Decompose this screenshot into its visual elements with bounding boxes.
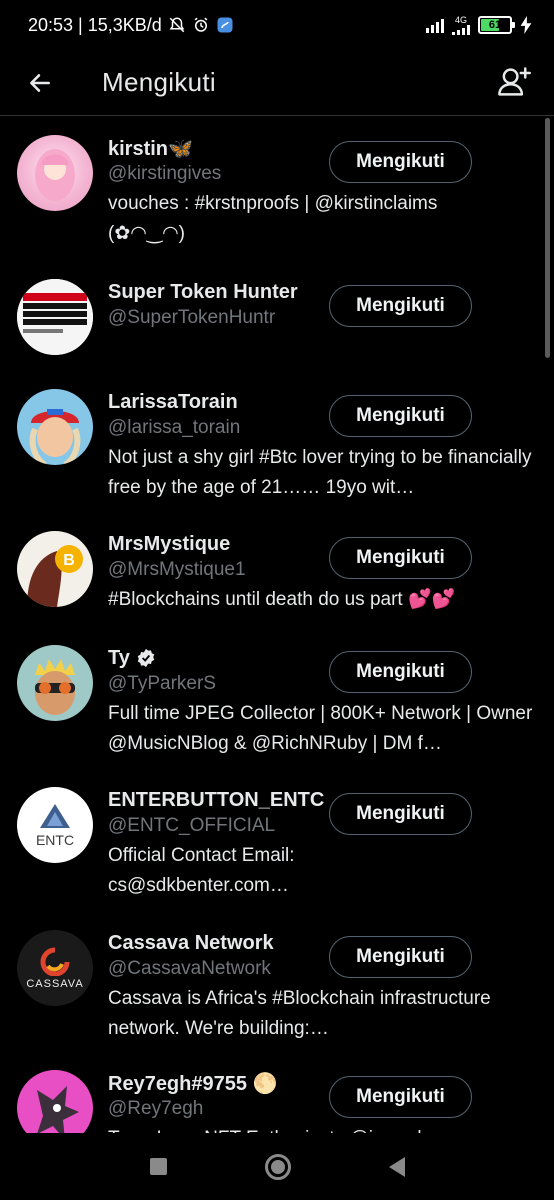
page-title: Mengikuti xyxy=(102,67,216,97)
verified-badge-icon xyxy=(137,648,155,668)
account-name: MrsMystique xyxy=(108,532,231,555)
charging-icon xyxy=(520,16,532,34)
account-name: ENTERBUTTON_ENTC xyxy=(108,788,325,811)
add-user-icon xyxy=(498,67,531,96)
following-button[interactable]: Mengikuti xyxy=(329,285,472,327)
account-handle: @larissa_torain xyxy=(108,417,241,438)
account-bio: #Blockchains until death do us part 💕💕 xyxy=(108,589,456,610)
list-item[interactable]: LarissaTorain @larissa_torain Not just a… xyxy=(0,371,554,513)
arrow-left-icon xyxy=(30,73,50,92)
account-name: Rey7egh#9755 🌕 xyxy=(108,1072,278,1095)
account-bio: Official Contact Email: cs@sdkbenter.com… xyxy=(108,845,295,896)
following-list: kirstin🦋 @kirstingives vouches : #krstnp… xyxy=(0,117,554,1133)
battery-icon: 61 xyxy=(478,16,515,34)
list-item[interactable]: CASSAVA Cassava Network @CassavaNetwork … xyxy=(0,912,554,1054)
account-bio: Cassava is Africa's #Blockchain infrastr… xyxy=(108,988,491,1039)
account-name: Super Token Hunter xyxy=(108,280,298,303)
account-bio: Not just a shy girl #Btc lover trying to… xyxy=(108,447,532,498)
following-button[interactable]: Mengikuti xyxy=(329,651,472,693)
account-handle: @SuperTokenHuntr xyxy=(108,307,276,328)
account-bio: Full time JPEG Collector | 800K+ Network… xyxy=(108,703,533,754)
account-name: kirstin🦋 xyxy=(108,137,193,160)
status-bar: 20:53 | 15,3KB/d 4G 61 xyxy=(0,0,554,50)
app-bar: Mengikuti xyxy=(0,50,554,116)
avatar-label: CASSAVA xyxy=(26,978,84,990)
signal-icon-2 xyxy=(452,24,470,35)
account-bio: vouches : #krstnproofs | @kirstinclaims … xyxy=(108,193,438,244)
avatar[interactable] xyxy=(17,389,93,465)
status-time-speed: 20:53 | 15,3KB/d xyxy=(28,14,162,35)
alarm-icon xyxy=(192,16,210,34)
notifications-muted-icon xyxy=(168,16,186,34)
list-item[interactable]: Super Token Hunter @SuperTokenHuntr Meng… xyxy=(0,261,554,371)
following-button[interactable]: Mengikuti xyxy=(329,793,472,835)
app-notification-icon xyxy=(216,16,234,34)
account-handle: @Rey7egh xyxy=(108,1098,204,1119)
following-button[interactable]: Mengikuti xyxy=(329,537,472,579)
scrollbar[interactable] xyxy=(545,118,550,358)
account-name: Cassava Network xyxy=(108,931,274,954)
signal-icon xyxy=(426,17,444,33)
following-button[interactable]: Mengikuti xyxy=(329,141,472,183)
network-type: 4G xyxy=(454,14,467,25)
avatar[interactable] xyxy=(17,135,93,211)
avatar[interactable]: ENTC xyxy=(17,787,93,863)
home-button[interactable] xyxy=(264,1153,291,1180)
following-button[interactable]: Mengikuti xyxy=(329,936,472,978)
add-user-button[interactable] xyxy=(492,60,536,104)
list-item[interactable]: kirstin🦋 @kirstingives vouches : #krstnp… xyxy=(0,117,554,262)
account-name: LarissaTorain xyxy=(108,390,238,413)
following-button[interactable]: Mengikuti xyxy=(329,1076,472,1118)
avatar-label: ENTC xyxy=(35,832,75,848)
account-handle: @CassavaNetwork xyxy=(108,958,271,979)
account-handle: @kirstingives xyxy=(108,163,222,184)
recents-button[interactable] xyxy=(149,1158,167,1175)
account-handle: @MrsMystique1 xyxy=(108,559,246,580)
avatar[interactable]: CASSAVA xyxy=(17,930,93,1006)
following-button[interactable]: Mengikuti xyxy=(329,395,472,437)
account-name: Ty xyxy=(108,646,130,669)
account-bio: Terra Luna NFT Enthusiasts @jpeardas xyxy=(108,1124,536,1133)
list-item[interactable]: Ty @TyParkerS Full time JPEG Collector |… xyxy=(0,627,554,769)
system-nav-bar xyxy=(0,1133,554,1200)
list-item[interactable]: B MrsMystique @MrsMystique1 #Blockchains… xyxy=(0,513,554,625)
list-item[interactable]: ENTC ENTERBUTTON_ENTC @ENTC_OFFICIAL Off… xyxy=(0,769,554,911)
account-handle: @ENTC_OFFICIAL xyxy=(108,815,276,836)
account-handle: @TyParkerS xyxy=(108,673,216,694)
avatar[interactable]: B xyxy=(17,531,93,607)
avatar-coin-letter: B xyxy=(63,552,75,569)
avatar[interactable] xyxy=(17,645,93,721)
avatar[interactable] xyxy=(17,1070,93,1133)
avatar[interactable] xyxy=(17,279,93,355)
system-back-button[interactable] xyxy=(388,1156,405,1177)
back-button[interactable] xyxy=(0,50,80,116)
battery-level: 61 xyxy=(488,19,502,31)
list-item[interactable]: Rey7egh#9755 🌕 @Rey7egh Terra Luna NFT E… xyxy=(0,1052,554,1133)
